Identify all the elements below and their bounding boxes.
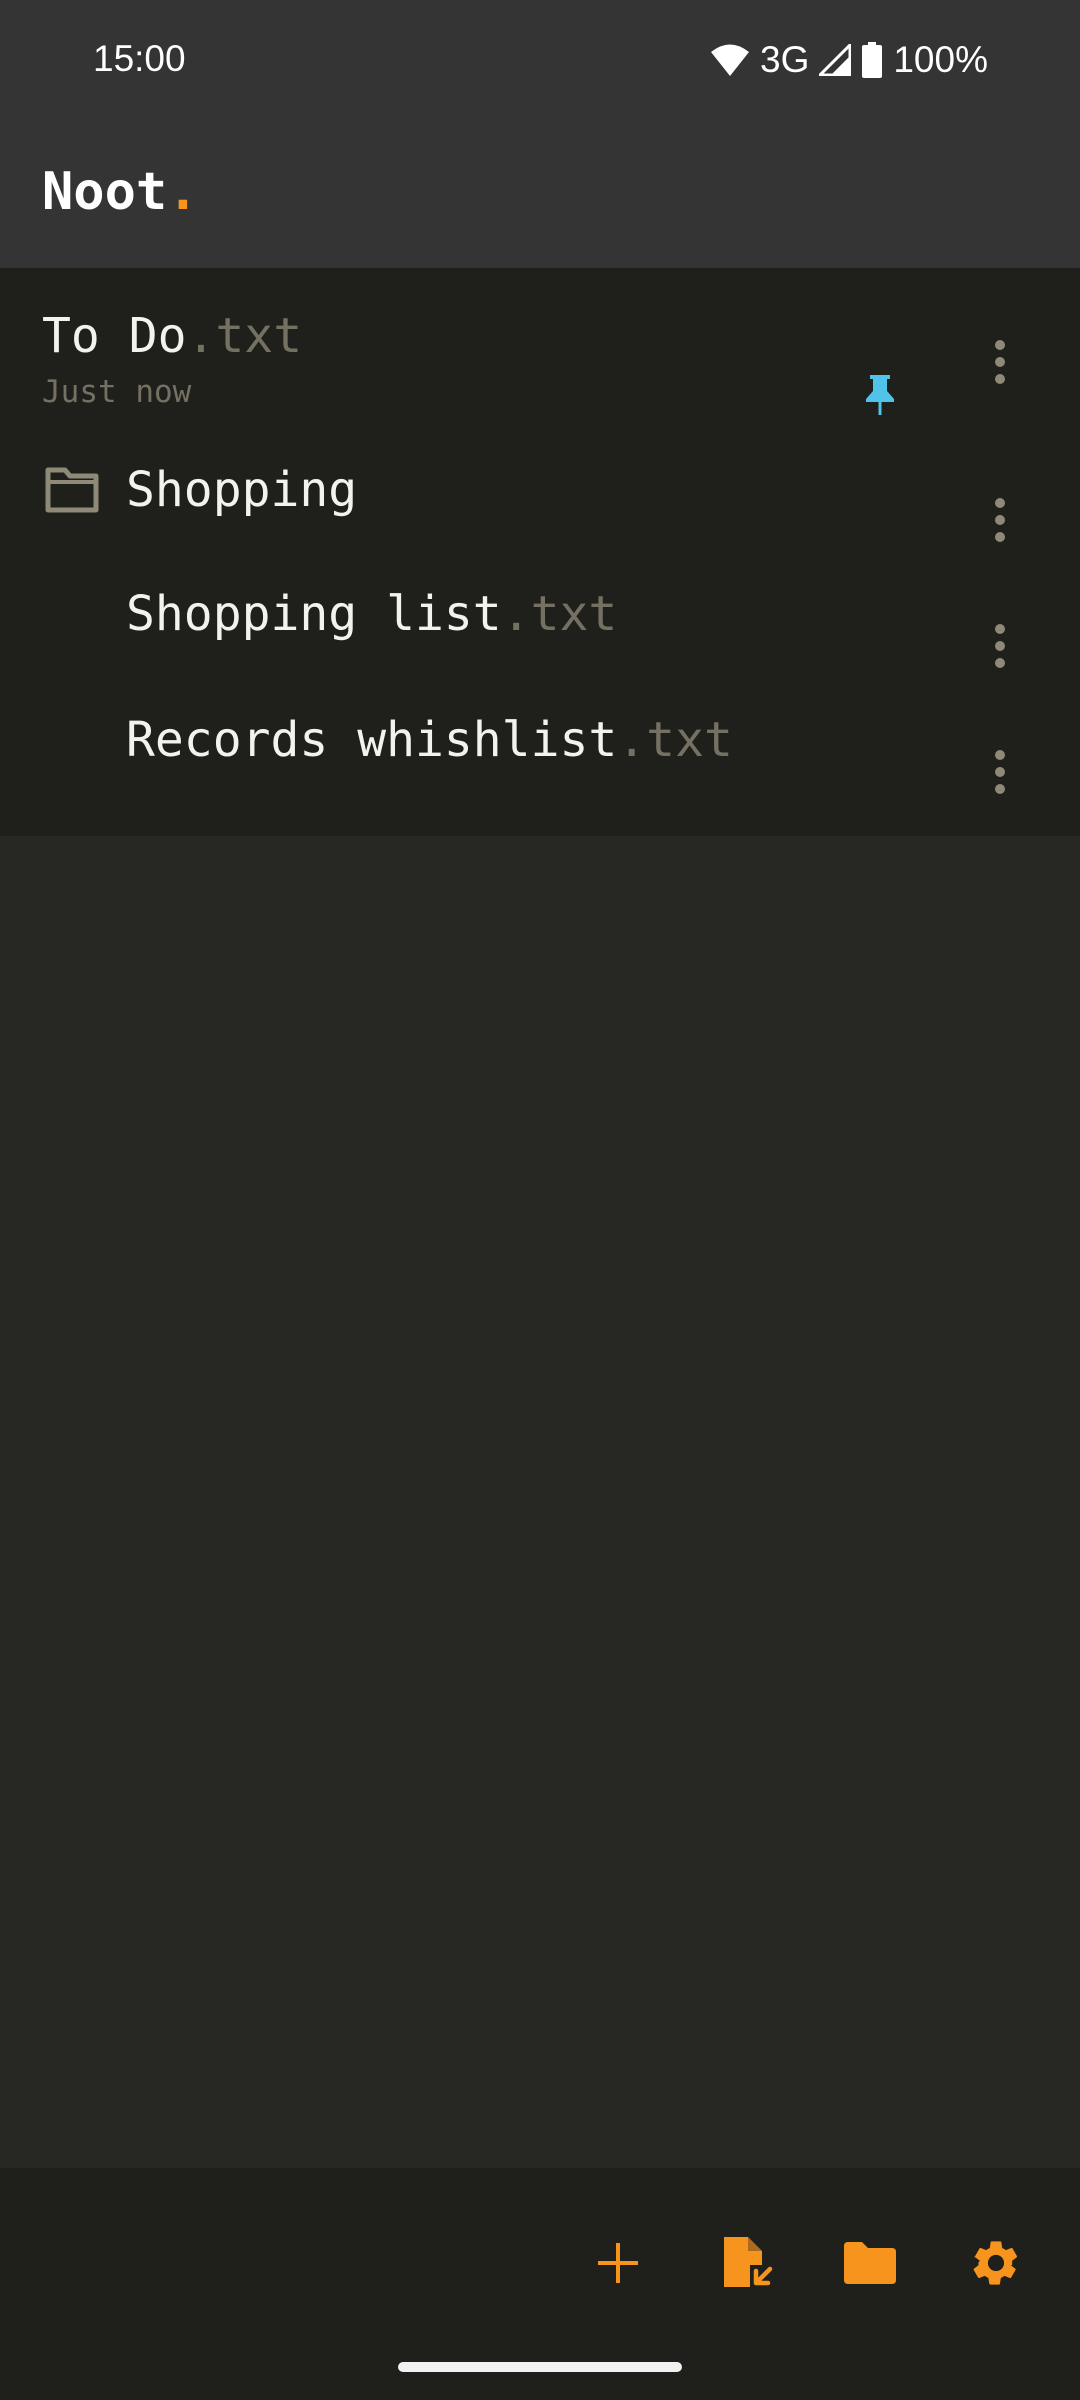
- app-title-text: Noot: [42, 162, 168, 222]
- add-icon: [598, 2243, 638, 2283]
- file-row-records-whishlist[interactable]: Records whishlist.txt: [0, 684, 1080, 836]
- import-file-button[interactable]: [706, 2223, 786, 2303]
- more-vert-icon: [995, 750, 1005, 794]
- more-vert-icon: [995, 624, 1005, 668]
- home-indicator[interactable]: [398, 2362, 682, 2372]
- new-folder-button[interactable]: [830, 2223, 910, 2303]
- app-bar: Noot.: [0, 122, 1080, 270]
- more-options-button[interactable]: [980, 484, 1020, 556]
- file-ext: .txt: [617, 712, 733, 768]
- file-name-text: To Do: [42, 308, 187, 364]
- network-type: 3G: [760, 39, 810, 80]
- folder-outline-icon: [45, 467, 99, 513]
- wifi-icon: [710, 43, 750, 77]
- battery-level: 100%: [893, 39, 988, 80]
- more-vert-icon: [995, 498, 1005, 542]
- file-name-text: Records whishlist: [126, 712, 618, 768]
- cell-signal-icon: [819, 44, 852, 76]
- settings-icon: [973, 2241, 1018, 2285]
- more-options-button[interactable]: [980, 736, 1020, 808]
- file-ext: .txt: [186, 308, 303, 364]
- file-list: To Do.txt Just now Shopping Shopping lis…: [0, 268, 1080, 836]
- folder-name: Shopping: [126, 462, 358, 518]
- app-title-dot: .: [167, 162, 199, 222]
- status-bar: 15:00 3G 100%: [0, 0, 1080, 122]
- status-indicators: 3G 100%: [710, 36, 988, 84]
- file-modified: Just now: [42, 374, 192, 410]
- import-file-icon: [724, 2237, 773, 2287]
- more-options-button[interactable]: [980, 326, 1020, 398]
- folder-icon: [844, 2242, 896, 2284]
- pin-icon: [866, 375, 894, 415]
- app-title: Noot.: [42, 162, 199, 222]
- status-time: 15:00: [93, 38, 186, 79]
- file-ext: .txt: [501, 586, 618, 642]
- file-row-shopping-list[interactable]: Shopping list.txt: [0, 558, 1080, 684]
- file-name-text: Shopping list: [126, 586, 502, 642]
- file-name: Records whishlist.txt: [126, 712, 733, 768]
- file-name: Shopping list.txt: [126, 586, 617, 642]
- file-name: To Do.txt: [42, 308, 302, 364]
- more-vert-icon: [995, 340, 1005, 384]
- add-button[interactable]: [578, 2223, 658, 2303]
- file-row-to-do[interactable]: To Do.txt Just now: [0, 268, 1080, 438]
- folder-row-shopping[interactable]: Shopping: [0, 438, 1080, 558]
- battery-icon: [861, 42, 883, 78]
- settings-button[interactable]: [956, 2223, 1036, 2303]
- more-options-button[interactable]: [980, 610, 1020, 682]
